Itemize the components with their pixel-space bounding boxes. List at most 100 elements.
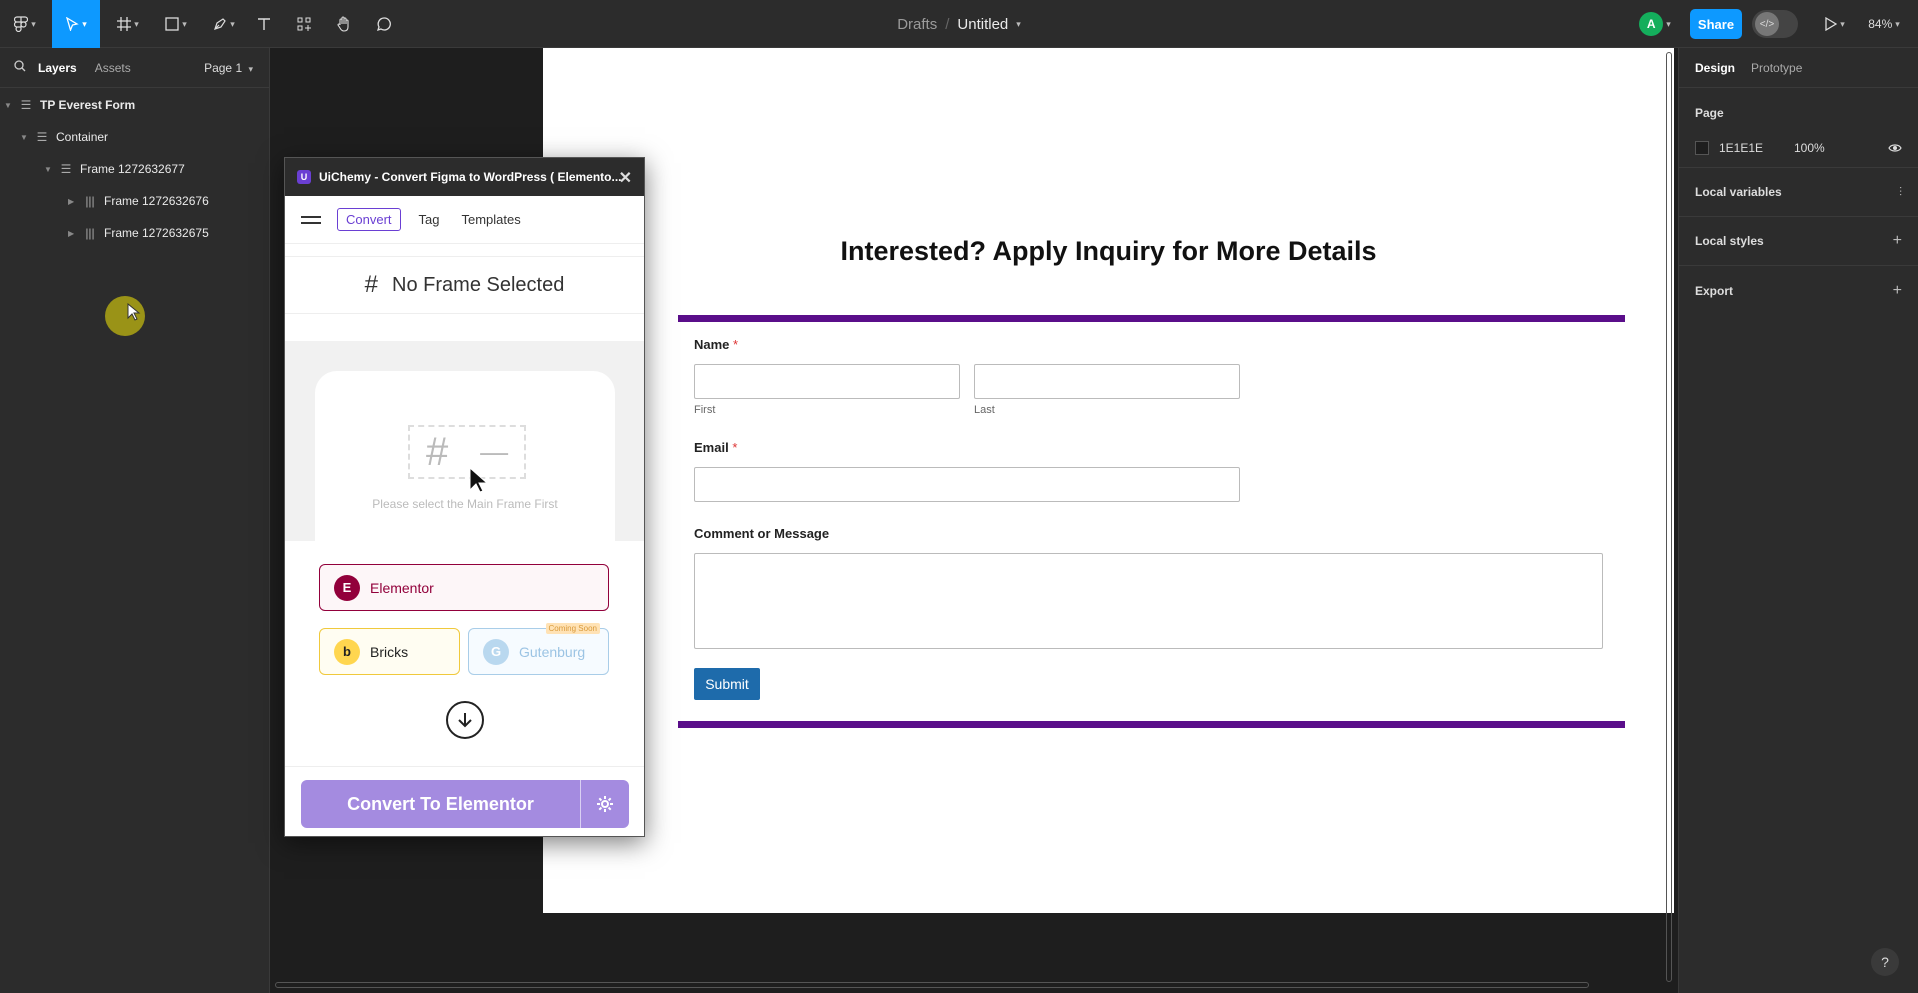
first-name-input[interactable] — [694, 364, 960, 399]
chevron-down-icon: ▾ — [134, 18, 139, 29]
present-button[interactable]: ▾ — [1818, 0, 1852, 48]
search-icon[interactable] — [14, 60, 26, 75]
first-sublabel: First — [694, 404, 716, 416]
last-sublabel: Last — [974, 404, 995, 416]
local-variables-section[interactable]: Local variables ⫶ — [1679, 168, 1918, 217]
variables-settings-icon[interactable]: ⫶ — [1899, 185, 1902, 200]
scroll-down-button[interactable] — [446, 701, 484, 739]
plugin-title: UiChemy - Convert Figma to WordPress ( E… — [319, 170, 622, 184]
text-tool-button[interactable] — [252, 0, 276, 48]
chevron-down-icon: ▾ — [248, 64, 253, 74]
frame-status: # No Frame Selected — [285, 256, 644, 314]
tab-prototype[interactable]: Prototype — [1751, 61, 1802, 75]
toolbar: ▾ ▾ ▾ ▾ ▾ Drafts / Untitled ▾ A ▾ Share … — [0, 0, 1918, 48]
hamburger-menu-icon[interactable] — [301, 212, 321, 228]
required-mark: * — [733, 337, 739, 352]
tab-design[interactable]: Design — [1695, 61, 1735, 75]
no-frame-text: No Frame Selected — [392, 273, 565, 296]
page-selector-label: Page 1 — [204, 61, 243, 75]
close-icon[interactable]: ✕ — [619, 168, 632, 188]
page-color-hex[interactable]: 1E1E1E — [1719, 141, 1794, 155]
form-frame[interactable]: Interested? Apply Inquiry for More Detai… — [543, 48, 1674, 913]
comment-tool-button[interactable] — [372, 0, 396, 48]
dev-mode-toggle[interactable]: </> — [1752, 10, 1798, 38]
arrow-down-icon — [458, 713, 472, 728]
settings-gear-button[interactable] — [581, 780, 629, 828]
plus-icon[interactable]: + — [1893, 232, 1902, 250]
page-fill-row[interactable]: 1E1E1E 100% — [1695, 138, 1825, 158]
eye-icon[interactable] — [1888, 140, 1902, 158]
convert-bar: Convert To Elementor — [301, 780, 629, 828]
tab-layers[interactable]: Layers — [38, 61, 77, 75]
gear-icon — [597, 796, 613, 812]
bricks-label: Bricks — [370, 643, 409, 660]
auto-layout-icon: ☰ — [60, 162, 72, 176]
tab-tag[interactable]: Tag — [419, 212, 440, 227]
plus-icon[interactable]: + — [1893, 282, 1902, 300]
caret-right-icon[interactable]: ▶ — [68, 229, 78, 238]
page-opacity[interactable]: 100% — [1794, 141, 1825, 155]
file-title[interactable]: Untitled — [957, 16, 1008, 33]
uichemy-logo-icon: U — [297, 170, 311, 184]
horizontal-layout-icon: ||| — [85, 194, 95, 208]
convert-button[interactable]: Convert To Elementor — [301, 780, 581, 828]
vertical-scrollbar[interactable] — [1666, 52, 1672, 982]
auto-layout-icon: ☰ — [20, 98, 32, 112]
shape-tool-button[interactable]: ▾ — [158, 0, 194, 48]
bricks-icon: b — [334, 638, 360, 665]
cursor-highlight — [105, 296, 145, 336]
color-swatch[interactable] — [1695, 141, 1709, 155]
preview-area: # — Please select the Main Frame First — [285, 341, 644, 541]
local-styles-section[interactable]: Local styles + — [1679, 217, 1918, 266]
page-selector[interactable]: Page 1 ▾ — [204, 61, 253, 75]
tab-templates[interactable]: Templates — [462, 212, 521, 227]
form-top-divider — [678, 315, 1625, 322]
gutenburg-label: Gutenburg — [519, 643, 586, 660]
hand-tool-button[interactable] — [332, 0, 356, 48]
comment-textarea[interactable] — [694, 553, 1603, 649]
mouse-cursor-icon — [127, 303, 141, 321]
pen-tool-button[interactable]: ▾ — [206, 0, 242, 48]
play-icon — [1825, 17, 1838, 31]
move-tool-button[interactable]: ▾ — [52, 0, 100, 48]
gutenburg-button: G Gutenburg Coming Soon — [468, 623, 609, 675]
layer-row[interactable]: ▼ ☰ Container — [20, 123, 108, 151]
submit-button[interactable]: Submit — [694, 668, 760, 700]
right-panel-tabs: Design Prototype — [1679, 48, 1918, 88]
layer-row[interactable]: ▼ ☰ TP Everest Form — [4, 91, 135, 119]
share-button[interactable]: Share — [1690, 9, 1742, 39]
layer-row[interactable]: ▶ ||| Frame 1272632676 — [68, 187, 209, 215]
tab-convert[interactable]: Convert — [337, 208, 401, 231]
plugin-titlebar[interactable]: U UiChemy - Convert Figma to WordPress (… — [285, 158, 644, 196]
auto-layout-icon: ☰ — [36, 130, 48, 144]
email-input[interactable] — [694, 467, 1240, 502]
layer-row[interactable]: ▼ ☰ Frame 1272632677 — [44, 155, 185, 183]
layer-name: TP Everest Form — [40, 98, 136, 112]
frame-tool-button[interactable]: ▾ — [110, 0, 146, 48]
mouse-cursor-icon — [469, 467, 489, 493]
chevron-down-icon[interactable]: ▾ — [1016, 19, 1021, 30]
main-menu-button[interactable]: ▾ — [10, 0, 40, 48]
elementor-button[interactable]: E Elementor — [319, 564, 609, 611]
breadcrumb-drafts[interactable]: Drafts — [897, 16, 937, 33]
chevron-down-icon: ▾ — [82, 18, 87, 29]
caret-right-icon[interactable]: ▶ — [68, 197, 78, 206]
export-label: Export — [1695, 283, 1734, 298]
export-section[interactable]: Export + — [1679, 266, 1918, 315]
help-button[interactable]: ? — [1871, 948, 1899, 976]
coming-soon-badge: Coming Soon — [545, 623, 600, 634]
user-avatar-button[interactable]: A ▾ — [1634, 0, 1676, 48]
layers-panel: Layers Assets Page 1 ▾ ▼ ☰ TP Everest Fo… — [0, 48, 270, 993]
last-name-input[interactable] — [974, 364, 1240, 399]
tab-assets[interactable]: Assets — [95, 61, 131, 75]
resources-button[interactable] — [292, 0, 316, 48]
bricks-button[interactable]: b Bricks — [319, 628, 460, 675]
caret-down-icon[interactable]: ▼ — [44, 165, 54, 174]
zoom-menu[interactable]: 84% ▾ — [1862, 0, 1906, 48]
caret-down-icon[interactable]: ▼ — [20, 133, 30, 142]
horizontal-scrollbar[interactable] — [275, 982, 1589, 988]
caret-down-icon[interactable]: ▼ — [4, 101, 14, 110]
page-heading: Page — [1695, 106, 1724, 120]
elementor-label: Elementor — [370, 579, 434, 596]
layer-row[interactable]: ▶ ||| Frame 1272632675 — [68, 219, 209, 247]
